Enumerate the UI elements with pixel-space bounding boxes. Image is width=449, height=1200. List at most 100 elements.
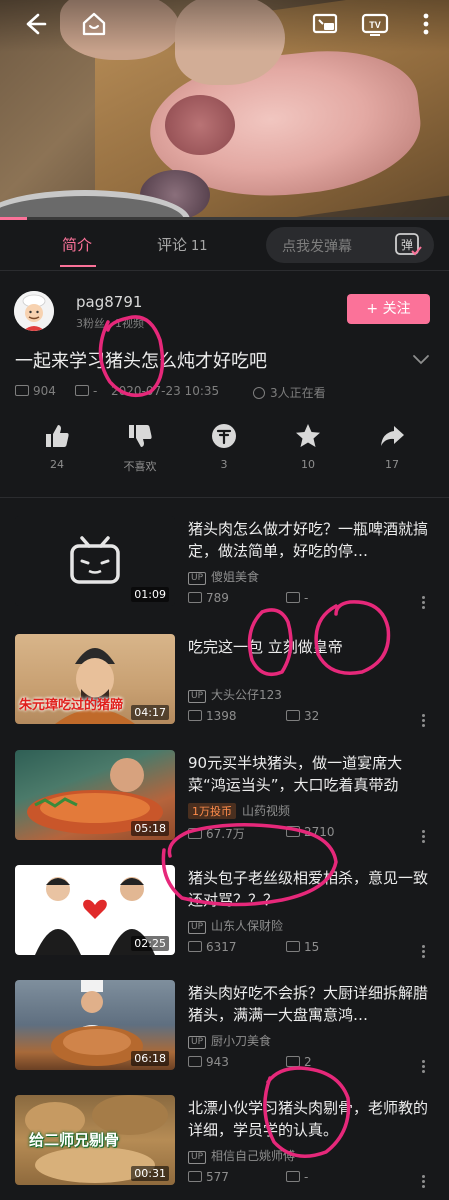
video-thumbnail[interactable]: 06:18 xyxy=(15,980,175,1070)
uploader-name: 山药视频 xyxy=(242,804,291,818)
uploader-line[interactable]: UP 大头公仔123 xyxy=(188,686,282,703)
video-title[interactable]: 90元买半块猪头，做一道宴席大菜“鸿运当头”，大口吃着真带劲 xyxy=(188,752,436,796)
share-button[interactable]: 17 xyxy=(362,422,422,471)
video-duration: 06:18 xyxy=(131,1051,169,1066)
view-count-value: 1398 xyxy=(206,709,237,723)
uploader-line[interactable]: UP 相信自己姚师傅 xyxy=(188,1147,295,1164)
thumb-up-icon xyxy=(46,425,69,447)
uploader-line[interactable]: UP 厨小刀美食 xyxy=(188,1032,271,1049)
play-count-icon xyxy=(188,710,202,721)
recommendation-item[interactable]: 朱元璋吃过的猪蹄 04:17 吃完这一包 立刻做皇帝 UP 大头公仔123 139… xyxy=(0,634,449,752)
video-thumbnail[interactable]: 给二师兄剔骨 00:31 xyxy=(15,1095,175,1185)
chevron-down-icon[interactable] xyxy=(412,350,430,368)
video-stats: 577 - xyxy=(188,1170,428,1186)
progress-fill xyxy=(0,217,27,220)
danmaku-count-icon xyxy=(286,1171,300,1182)
up-badge: UP xyxy=(188,1036,207,1049)
danmaku-count: - xyxy=(286,591,308,605)
more-icon[interactable] xyxy=(422,1175,426,1189)
watching-now-value: 3人正在看 xyxy=(270,386,326,400)
view-count: 577 xyxy=(188,1170,229,1184)
view-count: 904 xyxy=(15,384,56,398)
danmaku-count-icon xyxy=(286,941,300,952)
tv-cast-icon[interactable]: TV xyxy=(361,10,389,38)
viewers-icon xyxy=(253,387,265,399)
publish-date: 2020-07-23 10:35 xyxy=(111,384,220,398)
danmaku-input[interactable]: 点我发弹幕 弹 xyxy=(266,227,434,263)
favorite-button[interactable]: 10 xyxy=(278,422,338,471)
danmaku-icon-label: 弹 xyxy=(401,238,413,252)
uploader-line[interactable]: UP 傻姐美食 xyxy=(188,568,259,585)
dislike-button[interactable]: 不喜欢 xyxy=(110,422,170,474)
more-vertical-icon[interactable] xyxy=(412,10,440,38)
play-count-icon xyxy=(188,1056,202,1067)
more-icon[interactable] xyxy=(422,1060,426,1074)
danmaku-count: 2710 xyxy=(286,825,335,839)
video-title[interactable]: 北漂小伙学习猪头肉剔骨，老师教的详细，学员学的认真。 xyxy=(188,1097,436,1141)
video-stats: 789 - xyxy=(188,591,428,607)
like-button[interactable]: 24 xyxy=(27,422,87,471)
avatar[interactable] xyxy=(14,291,54,331)
view-count: 789 xyxy=(188,591,229,605)
danmaku-count-icon xyxy=(286,826,300,837)
video-title[interactable]: 猪头肉好吃不会拆？大厨详细拆解腊猪头，满满一大盘寓意鸿… xyxy=(188,982,436,1026)
more-icon[interactable] xyxy=(422,830,426,844)
danmaku-count-value: - xyxy=(304,1170,309,1184)
tab-bar: 简介 评论 11 点我发弹幕 弹 xyxy=(0,222,449,270)
coin-count: 3 xyxy=(220,458,228,471)
video-duration: 01:09 xyxy=(131,587,169,602)
tab-indicator xyxy=(60,265,96,267)
coin-icon xyxy=(212,424,236,448)
video-thumbnail[interactable]: 朱元璋吃过的猪蹄 04:17 xyxy=(15,634,175,724)
recommendation-item[interactable]: 05:18 90元买半块猪头，做一道宴席大菜“鸿运当头”，大口吃着真带劲 1万投… xyxy=(0,750,449,868)
video-thumbnail[interactable]: 01:09 xyxy=(15,516,175,606)
divider xyxy=(0,270,449,271)
pip-icon[interactable] xyxy=(311,10,339,38)
danmaku-toggle-icon[interactable]: 弹 xyxy=(394,232,422,258)
svg-text:TV: TV xyxy=(369,20,381,30)
recommendation-item[interactable]: 06:18 猪头肉好吃不会拆？大厨详细拆解腊猪头，满满一大盘寓意鸿… UP 厨小刀… xyxy=(0,980,449,1098)
recommendation-item[interactable]: 01:09 猪头肉怎么做才好吃？一瓶啤酒就搞定，做法简单，好吃的停… UP 傻姐美… xyxy=(0,516,449,634)
more-icon[interactable] xyxy=(422,945,426,959)
danmaku-count-value: 2 xyxy=(304,1055,312,1069)
video-title[interactable]: 吃完这一包 立刻做皇帝 xyxy=(188,636,436,680)
play-count-icon xyxy=(188,592,202,603)
video-title[interactable]: 猪头肉怎么做才好吃？一瓶啤酒就搞定，做法简单，好吃的停… xyxy=(188,518,436,562)
uploader-name[interactable]: pag8791 xyxy=(76,293,142,311)
video-duration: 04:17 xyxy=(131,705,169,720)
tab-comments[interactable]: 评论 11 xyxy=(157,234,208,255)
danmaku-count-icon xyxy=(75,385,89,396)
divider xyxy=(0,497,449,498)
up-badge: UP xyxy=(188,1151,207,1164)
view-count: 67.7万 xyxy=(188,825,245,842)
uploader-name: 相信自己姚师傅 xyxy=(211,1149,296,1163)
danmaku-count: 2 xyxy=(286,1055,312,1069)
up-badge: UP xyxy=(188,572,207,585)
uploader-line[interactable]: 1万投币 山药视频 xyxy=(188,802,290,819)
share-count: 17 xyxy=(385,458,399,471)
coin-button[interactable]: 3 xyxy=(194,422,254,471)
video-progress-bar[interactable] xyxy=(0,217,449,220)
back-icon[interactable] xyxy=(20,10,48,38)
uploader-line[interactable]: UP 山东人保财险 xyxy=(188,917,283,934)
up-badge: UP xyxy=(188,690,207,703)
fans-count: 3粉丝 xyxy=(76,317,105,330)
home-icon[interactable] xyxy=(80,10,108,38)
follow-button[interactable]: + 关注 xyxy=(347,294,430,324)
meat-detail xyxy=(165,95,235,155)
video-thumbnail[interactable]: 05:18 xyxy=(15,750,175,840)
more-icon[interactable] xyxy=(422,714,426,728)
uploader-name: 大头公仔123 xyxy=(211,688,282,702)
more-icon[interactable] xyxy=(422,596,426,610)
tab-intro[interactable]: 简介 xyxy=(62,234,92,255)
like-count: 24 xyxy=(50,458,64,471)
comment-count: 11 xyxy=(191,239,208,254)
video-title[interactable]: 猪头包子老丝级相爱相杀，意见一致还对骂？？？ xyxy=(188,867,436,911)
recommendation-item[interactable]: 给二师兄剔骨 00:31 北漂小伙学习猪头肉剔骨，老师教的详细，学员学的认真。 … xyxy=(0,1095,449,1200)
view-count: 1398 xyxy=(188,709,237,723)
recommendation-item[interactable]: 02:25 猪头包子老丝级相爱相杀，意见一致还对骂？？？ UP 山东人保财险 63… xyxy=(0,865,449,983)
video-player[interactable]: TV xyxy=(0,0,449,220)
video-thumbnail[interactable]: 02:25 xyxy=(15,865,175,955)
watching-now: 3人正在看 xyxy=(253,384,326,401)
play-count-icon xyxy=(15,385,29,396)
